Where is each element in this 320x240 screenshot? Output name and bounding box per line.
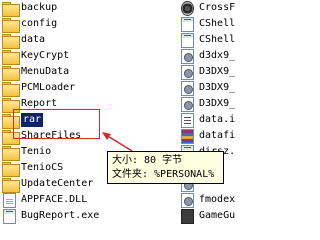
- folder-label: UpdateCenter: [21, 178, 94, 189]
- folder-icon: [2, 81, 20, 97]
- folder-icon: [2, 33, 20, 49]
- folder-label: config: [21, 18, 58, 29]
- file-item[interactable]: D3DX9_: [180, 96, 235, 112]
- app-file-icon: [181, 32, 194, 48]
- dll-file-icon: [3, 192, 16, 208]
- folder-label: backup: [21, 2, 58, 13]
- folder-label: data: [21, 34, 46, 45]
- file-item[interactable]: d3dx9_: [180, 48, 235, 64]
- folder-item-keycrypt[interactable]: KeyCrypt: [2, 48, 70, 65]
- highlight-box: [13, 109, 100, 139]
- ini-file-icon: [181, 112, 194, 128]
- folder-label: Tenio: [21, 146, 52, 157]
- gear-file-icon: [181, 80, 194, 96]
- file-label: CrossF: [199, 2, 236, 13]
- file-item-appface-dll[interactable]: APPFACE.DLL: [2, 192, 87, 208]
- folder-icon: [2, 17, 20, 33]
- app-file-icon: [3, 208, 16, 224]
- bat-file-icon: [181, 208, 194, 224]
- folder-icon: [2, 49, 20, 65]
- folder-item-tenio[interactable]: Tenio: [2, 144, 52, 161]
- folder-item-pcmloader[interactable]: PCMLoader: [2, 80, 76, 97]
- file-label: data.i: [199, 114, 236, 125]
- file-label: D3DX9_: [199, 98, 236, 109]
- folder-label: TenioCS: [21, 162, 64, 173]
- file-label: D3DX9_: [199, 82, 236, 93]
- folder-label: KeyCrypt: [21, 50, 70, 61]
- file-label: BugReport.exe: [21, 210, 100, 221]
- file-item[interactable]: CShell: [180, 32, 235, 48]
- file-item[interactable]: CrossF: [180, 0, 235, 16]
- file-label: D3DX9_: [199, 66, 236, 77]
- file-item[interactable]: GameGu: [180, 208, 235, 224]
- folder-info-tooltip: 大小: 80 字节 文件夹: %PERSONAL%: [107, 151, 224, 184]
- file-label: fmodex: [199, 194, 236, 205]
- folder-label: PCMLoader: [21, 82, 76, 93]
- folder-item-config[interactable]: config: [2, 16, 58, 33]
- folder-item-teniocs[interactable]: TenioCS: [2, 160, 64, 177]
- tooltip-folder-line: 文件夹: %PERSONAL%: [112, 169, 215, 180]
- file-item[interactable]: fmodex: [180, 192, 235, 208]
- rar-file-icon: [181, 128, 194, 144]
- file-item[interactable]: D3DX9_: [180, 80, 235, 96]
- file-item[interactable]: CShell: [180, 16, 235, 32]
- tooltip-size-line: 大小: 80 字节: [112, 155, 183, 166]
- file-item[interactable]: D3DX9_: [180, 64, 235, 80]
- file-item[interactable]: datafi: [180, 128, 235, 144]
- folder-item-menudata[interactable]: MenuData: [2, 64, 70, 81]
- folder-icon: [2, 65, 20, 81]
- gear-file-icon: [181, 64, 194, 80]
- folder-icon: [2, 145, 20, 161]
- file-label: d3dx9_: [199, 50, 236, 61]
- gear-file-icon: [181, 48, 194, 64]
- folder-icon: [2, 1, 20, 17]
- file-label: datafi: [199, 130, 236, 141]
- file-label: APPFACE.DLL: [21, 194, 88, 205]
- file-label: CShell: [199, 34, 236, 45]
- folder-icon: [2, 161, 20, 177]
- folder-icon: [2, 177, 20, 193]
- folder-item-data[interactable]: data: [2, 32, 46, 49]
- file-label: GameGu: [199, 210, 236, 221]
- folder-label: MenuData: [21, 66, 70, 77]
- app-file-icon: [181, 16, 194, 32]
- file-item-bugreport[interactable]: BugReport.exe: [2, 208, 99, 224]
- gear-file-icon: [181, 96, 194, 112]
- folder-item-backup[interactable]: backup: [2, 0, 58, 17]
- folder-item-updatecenter[interactable]: UpdateCenter: [2, 176, 94, 193]
- file-item[interactable]: data.i: [180, 112, 235, 128]
- gear-file-icon: [181, 192, 194, 208]
- disc-file-icon: [181, 0, 194, 16]
- file-label: CShell: [199, 18, 236, 29]
